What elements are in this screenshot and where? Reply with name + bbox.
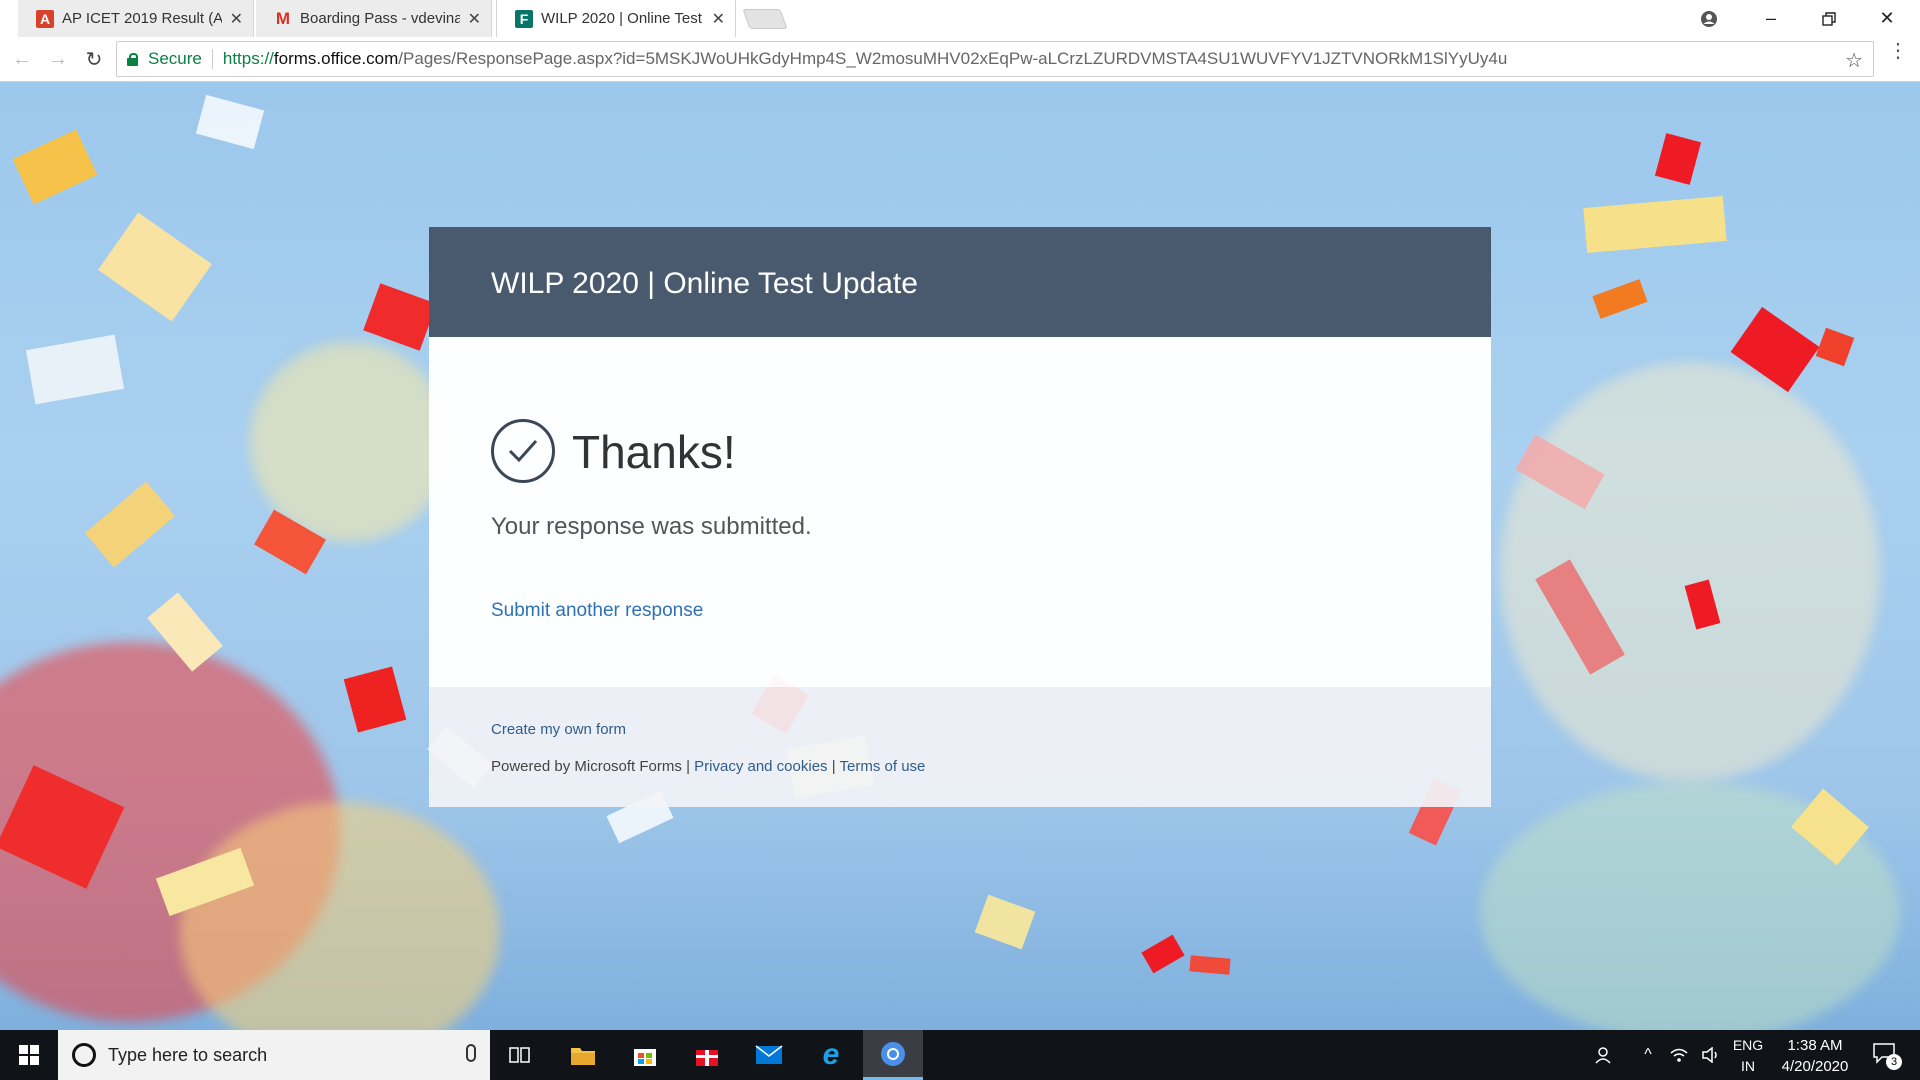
profile-icon[interactable] [1686,0,1732,37]
tab-title: Boarding Pass - vdevinag [300,10,460,27]
footer-divider: | [686,758,690,775]
show-hidden-icons-chevron[interactable]: ^ [1634,1030,1662,1080]
file-explorer-icon[interactable] [553,1030,613,1080]
close-window-button[interactable]: ✕ [1864,0,1910,37]
submitted-message: Your response was submitted. [491,513,812,540]
confetti-piece [12,129,98,205]
response-card: WILP 2020 | Online Test Update Thanks! Y… [429,227,1491,807]
close-tab-icon[interactable]: ✕ [468,9,481,29]
region-code: IN [1741,1058,1755,1074]
bookmark-star-icon[interactable]: ☆ [1845,48,1863,73]
notification-count-badge: 3 [1886,1054,1902,1070]
tab-strip: A AP ICET 2019 Result (Ava ✕ M Boarding … [0,0,1920,37]
powered-by-text: Powered by Microsoft Forms [491,758,682,775]
task-view-icon[interactable] [490,1030,550,1080]
windows-icon [19,1045,39,1065]
confetti-piece [1583,195,1727,254]
confetti-piece [974,894,1036,950]
powered-by-line: Powered by Microsoft Forms | Privacy and… [491,758,925,775]
secure-indicator[interactable]: Secure [127,49,202,69]
thanks-heading: Thanks! [572,426,736,478]
form-title: WILP 2020 | Online Test Update [491,267,918,300]
back-icon[interactable]: ← [8,45,36,73]
create-form-link[interactable]: Create my own form [491,721,626,738]
people-icon[interactable] [1588,1030,1620,1080]
clock-date: 4/20/2020 [1781,1058,1849,1075]
gift-app-icon[interactable] [677,1030,737,1080]
microphone-icon[interactable] [466,1044,476,1062]
url-path: /Pages/ResponsePage.aspx?id=5MSKJWoUHkGd… [398,49,1508,68]
language-indicator[interactable]: ENG IN [1728,1035,1768,1077]
volume-icon[interactable] [1696,1030,1726,1080]
url-host: forms.office.com [273,49,399,68]
cortana-icon [72,1043,96,1067]
store-icon[interactable] [615,1030,675,1080]
adobe-icon: A [36,9,54,28]
confetti-piece [1141,934,1185,974]
form-header: WILP 2020 | Online Test Update [429,227,1491,337]
minimize-button[interactable]: – [1748,0,1794,37]
submit-another-link[interactable]: Submit another response [491,600,703,622]
confetti-piece [84,481,176,568]
action-center-icon[interactable]: 3 [1866,1040,1906,1072]
confetti-piece [343,666,407,733]
wifi-icon[interactable] [1664,1030,1694,1080]
footer-divider: | [831,758,836,775]
page-background: WILP 2020 | Online Test Update Thanks! Y… [0,82,1920,1030]
restore-button[interactable] [1806,0,1852,37]
tab-wilp-2020[interactable]: F WILP 2020 | Online Test U ✕ [496,0,736,37]
divider [211,49,213,69]
confetti-piece [1654,133,1702,185]
confetti-piece [195,94,265,150]
confetti-piece [25,334,125,405]
secure-label: Secure [148,49,202,68]
start-button[interactable] [0,1030,58,1080]
lock-icon [127,52,138,66]
clock-time: 1:38 AM [1787,1037,1843,1054]
confetti-piece [1592,279,1648,319]
confetti-piece [98,212,212,322]
confetti-piece [1815,327,1855,367]
close-tab-icon[interactable]: ✕ [230,9,243,29]
confetti-piece [1189,955,1231,975]
confirmation-panel: Thanks! Your response was submitted. Sub… [429,337,1491,687]
new-tab-button[interactable] [742,9,788,29]
browser-toolbar: ← → ↻ Secure https://forms.office.com/Pa… [0,37,1920,82]
reload-icon[interactable]: ↻ [80,45,108,73]
form-footer: Create my own form Powered by Microsoft … [429,687,1491,807]
close-tab-icon[interactable]: ✕ [712,9,725,29]
background-blob [250,342,450,542]
tab-title: AP ICET 2019 Result (Ava [62,10,222,27]
url-prefix: https:// [222,49,274,68]
taskbar: Type here to search e ^ ENG IN 1:38 AM 4… [0,1030,1920,1080]
checkmark-circle-icon [491,419,555,483]
tab-ap-icet[interactable]: A AP ICET 2019 Result (Ava ✕ [18,0,254,37]
tab-title: WILP 2020 | Online Test U [541,10,704,27]
taskbar-search-box[interactable]: Type here to search [58,1030,490,1080]
taskbar-clock[interactable]: 1:38 AM 4/20/2020 [1770,1035,1860,1077]
forms-icon: F [515,9,533,28]
confetti-piece [363,283,437,351]
mail-icon[interactable] [739,1030,799,1080]
chrome-icon[interactable] [863,1030,923,1080]
gmail-icon: M [275,8,291,28]
forward-icon[interactable]: → [44,45,72,73]
language-code: ENG [1732,1037,1764,1053]
address-bar[interactable]: Secure https://forms.office.com/Pages/Re… [116,41,1874,77]
search-placeholder: Type here to search [108,1044,268,1065]
tab-boarding-pass[interactable]: M Boarding Pass - vdevinag ✕ [256,0,492,37]
privacy-link[interactable]: Privacy and cookies [694,758,827,775]
terms-link[interactable]: Terms of use [840,758,926,775]
internet-explorer-icon[interactable]: e [801,1030,861,1080]
menu-dots-icon[interactable]: ⋮ [1888,41,1908,61]
